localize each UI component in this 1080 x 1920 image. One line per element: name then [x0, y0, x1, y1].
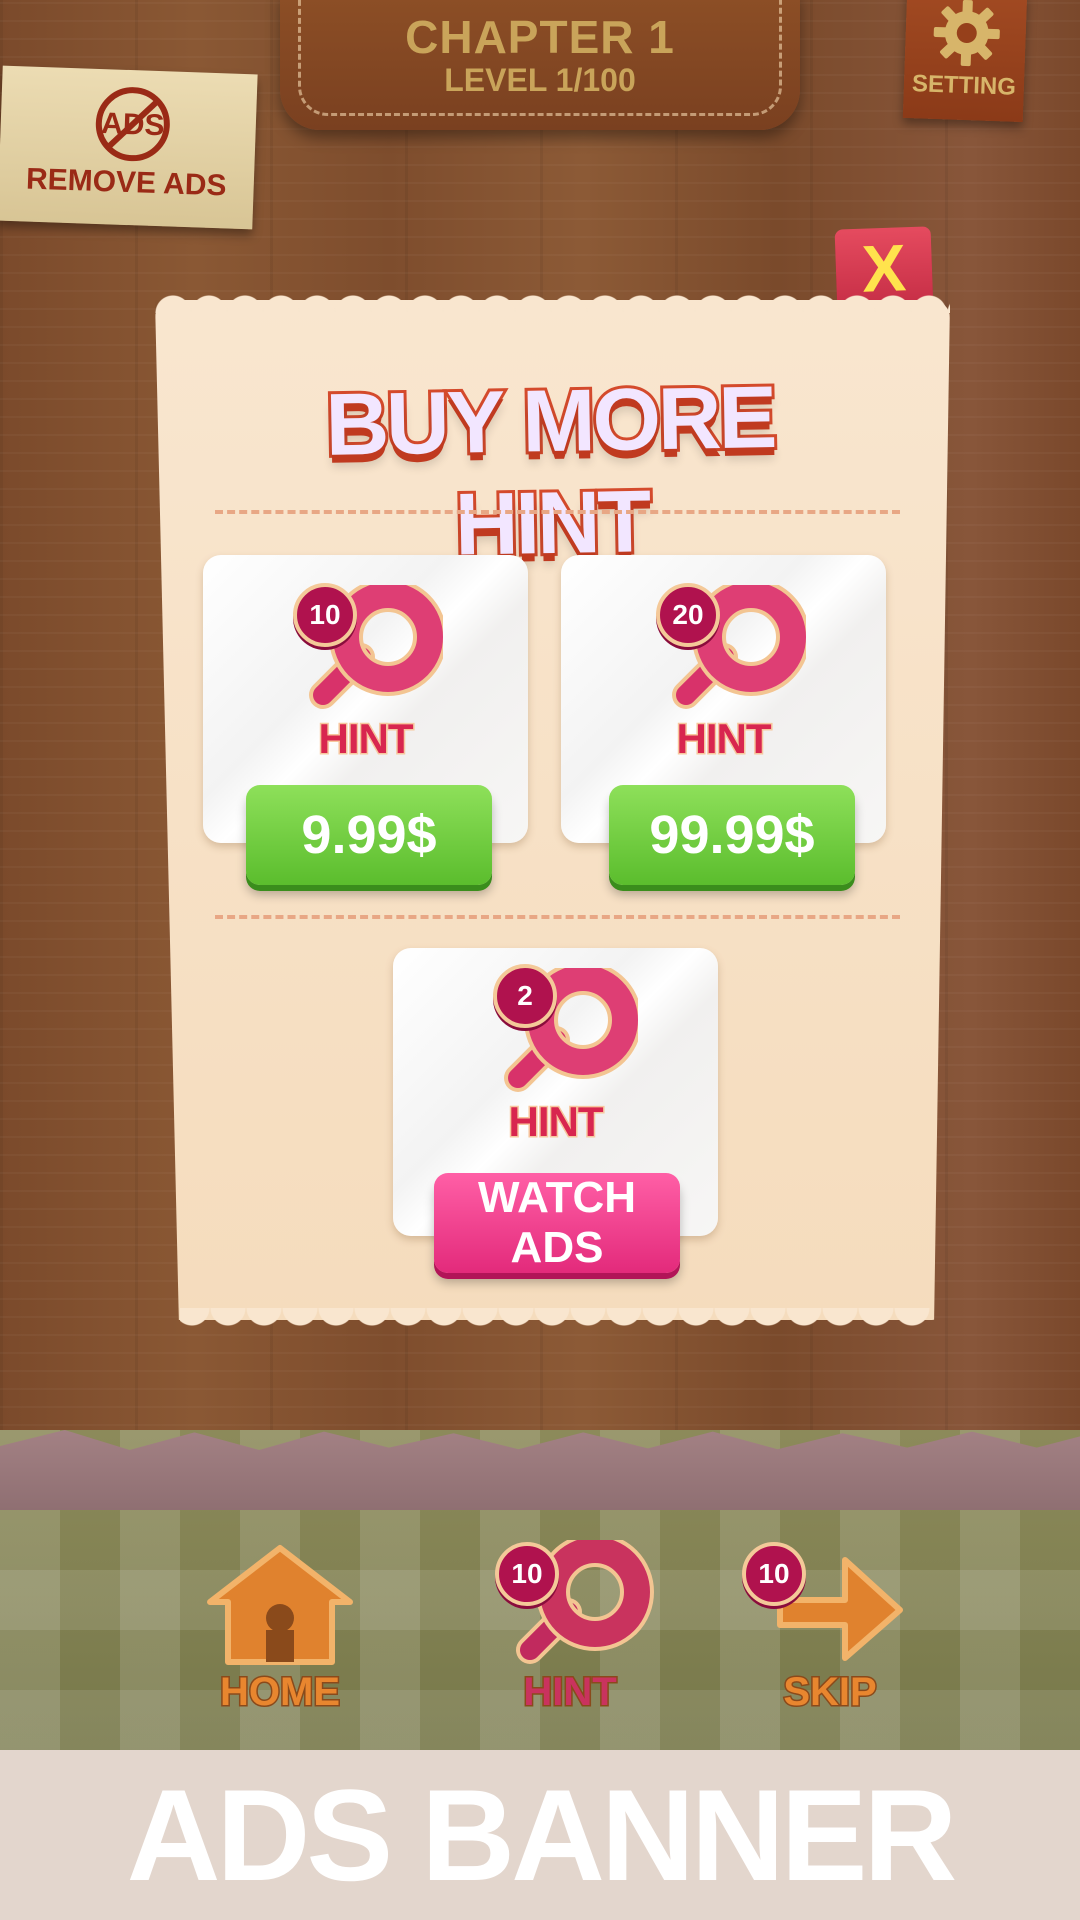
hint-count-badge: 20	[656, 583, 720, 647]
hint-count-badge: 2	[493, 964, 557, 1028]
settings-button[interactable]: SETTING	[902, 0, 1028, 123]
svg-text:ADS: ADS	[101, 107, 165, 142]
buy-20-hints-button[interactable]: 99.99$	[609, 785, 855, 885]
settings-label: SETTING	[911, 70, 1017, 101]
divider	[215, 510, 900, 514]
hint-label: HINT	[675, 714, 773, 764]
divider	[215, 915, 900, 919]
remove-ads-label: REMOVE ADS	[25, 162, 228, 203]
skip-count-badge: 10	[742, 1542, 806, 1606]
home-label: HOME	[219, 1669, 342, 1716]
chapter-title: CHAPTER 1	[405, 11, 675, 63]
house-icon	[207, 1545, 353, 1665]
popup-title: BUY MORE HINT	[322, 364, 778, 577]
level-header: CHAPTER 1 LEVEL 1/100	[280, 0, 800, 130]
hint-label: HINT	[507, 1097, 605, 1147]
hint-nav-label: HINT	[522, 1669, 618, 1716]
hint-label: HINT	[317, 714, 415, 764]
no-ads-icon: ADS	[95, 87, 170, 162]
gear-icon	[933, 0, 1000, 67]
watch-ads-button[interactable]: WATCH ADS	[434, 1173, 680, 1273]
level-indicator: LEVEL 1/100	[444, 62, 636, 98]
panel-bottom-scallop	[180, 1308, 930, 1334]
hint-count-badge: 10	[495, 1542, 559, 1606]
skip-button[interactable]: 10 SKIP	[740, 1540, 920, 1740]
hint-count-badge: 10	[293, 583, 357, 647]
panel-top-scallop	[155, 287, 950, 313]
buy-10-hints-button[interactable]: 9.99$	[246, 785, 492, 885]
ads-banner[interactable]: ADS BANNER	[0, 1750, 1080, 1920]
hint-button[interactable]: 10 HINT	[480, 1540, 660, 1740]
skip-label: SKIP	[782, 1669, 878, 1716]
home-button[interactable]: HOME	[190, 1540, 370, 1740]
remove-ads-button[interactable]: ADS REMOVE ADS	[0, 65, 258, 230]
